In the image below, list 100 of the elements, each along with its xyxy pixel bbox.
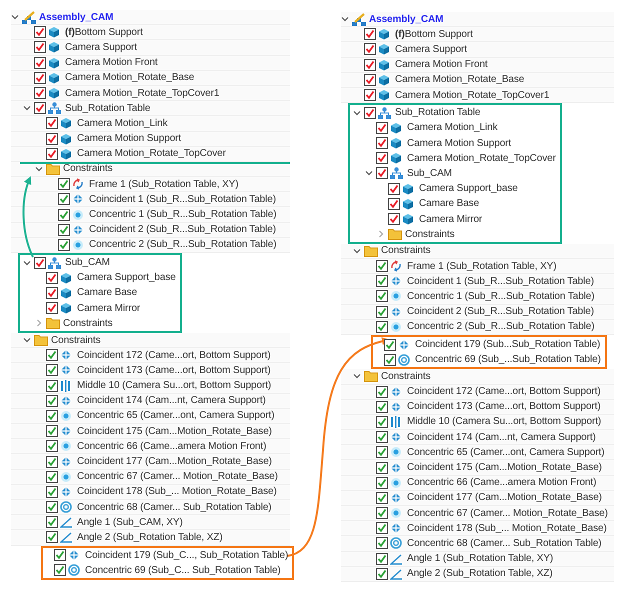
checkbox[interactable] bbox=[376, 462, 388, 474]
checkbox[interactable] bbox=[46, 148, 58, 160]
checkbox[interactable] bbox=[34, 256, 46, 269]
tree-item-label[interactable]: Sub_Rotation Table bbox=[394, 107, 480, 118]
tree-item-label[interactable]: Sub_CAM bbox=[64, 257, 110, 268]
checkbox[interactable] bbox=[376, 476, 388, 489]
tree-item-label[interactable]: Sub_CAM bbox=[406, 168, 452, 179]
checkbox[interactable] bbox=[376, 275, 388, 288]
checkbox[interactable] bbox=[46, 302, 58, 314]
checkbox[interactable] bbox=[364, 74, 376, 86]
checkbox[interactable] bbox=[34, 72, 46, 84]
tree-item-label[interactable]: Concentric 69 (Sub_C... Sub_Rotation Table) bbox=[84, 564, 281, 576]
checkbox[interactable] bbox=[46, 117, 58, 130]
tree-item-label[interactable]: Camera Motion Support bbox=[406, 138, 512, 149]
checkbox[interactable] bbox=[376, 446, 388, 458]
collapse-chevron-icon[interactable] bbox=[23, 336, 31, 344]
checkbox[interactable] bbox=[376, 137, 388, 150]
checkbox[interactable] bbox=[376, 306, 388, 318]
checkbox[interactable] bbox=[376, 568, 388, 580]
checkbox[interactable] bbox=[376, 552, 388, 565]
tree-item-label[interactable]: Camera Motion_Link bbox=[406, 122, 498, 134]
tree-item-label[interactable]: Camera Mirror bbox=[76, 302, 140, 314]
checkbox[interactable] bbox=[384, 338, 396, 351]
tree-item-label[interactable]: Constraints bbox=[380, 245, 430, 256]
checkbox[interactable] bbox=[46, 364, 58, 376]
checkbox[interactable] bbox=[46, 349, 58, 362]
checkbox[interactable] bbox=[364, 89, 376, 102]
checkbox[interactable] bbox=[54, 564, 66, 576]
collapse-chevron-icon[interactable] bbox=[11, 13, 19, 22]
tree-item-label[interactable]: Camera Support_base bbox=[418, 183, 518, 194]
checkbox[interactable] bbox=[46, 410, 58, 422]
checkbox[interactable] bbox=[46, 425, 58, 438]
tree-item-label[interactable]: Coincident 179 (Sub...Sub_Rotation Table) bbox=[414, 339, 600, 350]
checkbox[interactable] bbox=[376, 152, 388, 164]
checkbox[interactable] bbox=[58, 238, 70, 251]
tree-item-label[interactable]: Camera Motion_Rotate_TopCover bbox=[406, 152, 556, 164]
checkbox[interactable] bbox=[364, 106, 376, 119]
tree-item-label[interactable]: Constraints bbox=[62, 318, 112, 329]
tree-item-label[interactable]: Camera Support_base bbox=[76, 272, 176, 284]
collapse-chevron-icon[interactable] bbox=[23, 104, 31, 112]
checkbox[interactable] bbox=[34, 26, 46, 38]
tree-item-label[interactable]: Camera Support bbox=[394, 44, 467, 55]
checkbox[interactable] bbox=[46, 531, 58, 544]
collapse-chevron-icon[interactable] bbox=[353, 372, 361, 380]
tree-item-label[interactable]: Coincident 179 (Sub_C..., Sub_Rotation Table) bbox=[84, 550, 288, 561]
checkbox[interactable] bbox=[388, 213, 400, 226]
tree-item-label[interactable]: Concentric 69 (Sub_...Sub_Rotation Table) bbox=[414, 354, 601, 366]
checkbox[interactable] bbox=[34, 87, 46, 100]
checkbox[interactable] bbox=[34, 41, 46, 54]
tree-item-label[interactable]: Camera Support bbox=[64, 42, 137, 53]
collapse-chevron-icon[interactable] bbox=[353, 108, 361, 117]
checkbox[interactable] bbox=[364, 58, 376, 71]
checkbox[interactable] bbox=[34, 102, 46, 114]
tree-item-label[interactable]: Camare Base bbox=[76, 287, 138, 298]
checkbox[interactable] bbox=[364, 28, 376, 40]
checkbox[interactable] bbox=[384, 354, 396, 366]
checkbox[interactable] bbox=[46, 380, 58, 392]
checkbox[interactable] bbox=[376, 386, 388, 398]
checkbox[interactable] bbox=[58, 193, 70, 206]
tree-item-label[interactable]: Constraints bbox=[380, 370, 430, 382]
collapse-chevron-icon[interactable] bbox=[353, 246, 361, 255]
checkbox[interactable] bbox=[376, 522, 388, 534]
checkbox[interactable] bbox=[376, 431, 388, 444]
checkbox[interactable] bbox=[46, 272, 58, 284]
tree-item-label[interactable]: Constraints bbox=[404, 228, 454, 240]
checkbox[interactable] bbox=[46, 286, 58, 299]
checkbox[interactable] bbox=[46, 501, 58, 514]
checkbox[interactable] bbox=[46, 456, 58, 468]
checkbox[interactable] bbox=[376, 416, 388, 428]
checkbox[interactable] bbox=[58, 178, 70, 190]
checkbox[interactable] bbox=[46, 132, 58, 145]
checkbox[interactable] bbox=[46, 516, 58, 528]
checkbox[interactable] bbox=[376, 537, 388, 550]
checkbox[interactable] bbox=[376, 320, 388, 333]
checkbox[interactable] bbox=[376, 122, 388, 134]
collapse-chevron-icon[interactable] bbox=[365, 169, 373, 178]
checkbox[interactable] bbox=[46, 486, 58, 498]
checkbox[interactable] bbox=[376, 167, 388, 180]
checkbox[interactable] bbox=[46, 470, 58, 483]
tree-item-label[interactable]: Constraints bbox=[50, 334, 100, 346]
collapse-chevron-icon[interactable] bbox=[23, 258, 31, 267]
tree-item-label[interactable]: Constraints bbox=[62, 163, 112, 174]
checkbox[interactable] bbox=[364, 43, 376, 56]
checkbox[interactable] bbox=[46, 394, 58, 407]
checkbox[interactable] bbox=[54, 549, 66, 562]
checkbox[interactable] bbox=[58, 224, 70, 236]
collapse-chevron-icon[interactable] bbox=[35, 164, 43, 173]
checkbox[interactable] bbox=[376, 290, 388, 302]
checkbox[interactable] bbox=[46, 440, 58, 452]
checkbox[interactable] bbox=[388, 198, 400, 210]
checkbox[interactable] bbox=[376, 260, 388, 272]
checkbox[interactable] bbox=[376, 507, 388, 520]
checkbox[interactable] bbox=[58, 208, 70, 221]
checkbox[interactable] bbox=[34, 56, 46, 69]
tree-item-label[interactable]: Camera Mirror bbox=[418, 214, 482, 225]
checkbox[interactable] bbox=[388, 182, 400, 195]
checkbox[interactable] bbox=[376, 400, 388, 413]
checkbox[interactable] bbox=[376, 492, 388, 504]
tree-item-label[interactable]: Camare Base bbox=[418, 198, 480, 210]
collapse-chevron-icon[interactable] bbox=[341, 15, 349, 24]
